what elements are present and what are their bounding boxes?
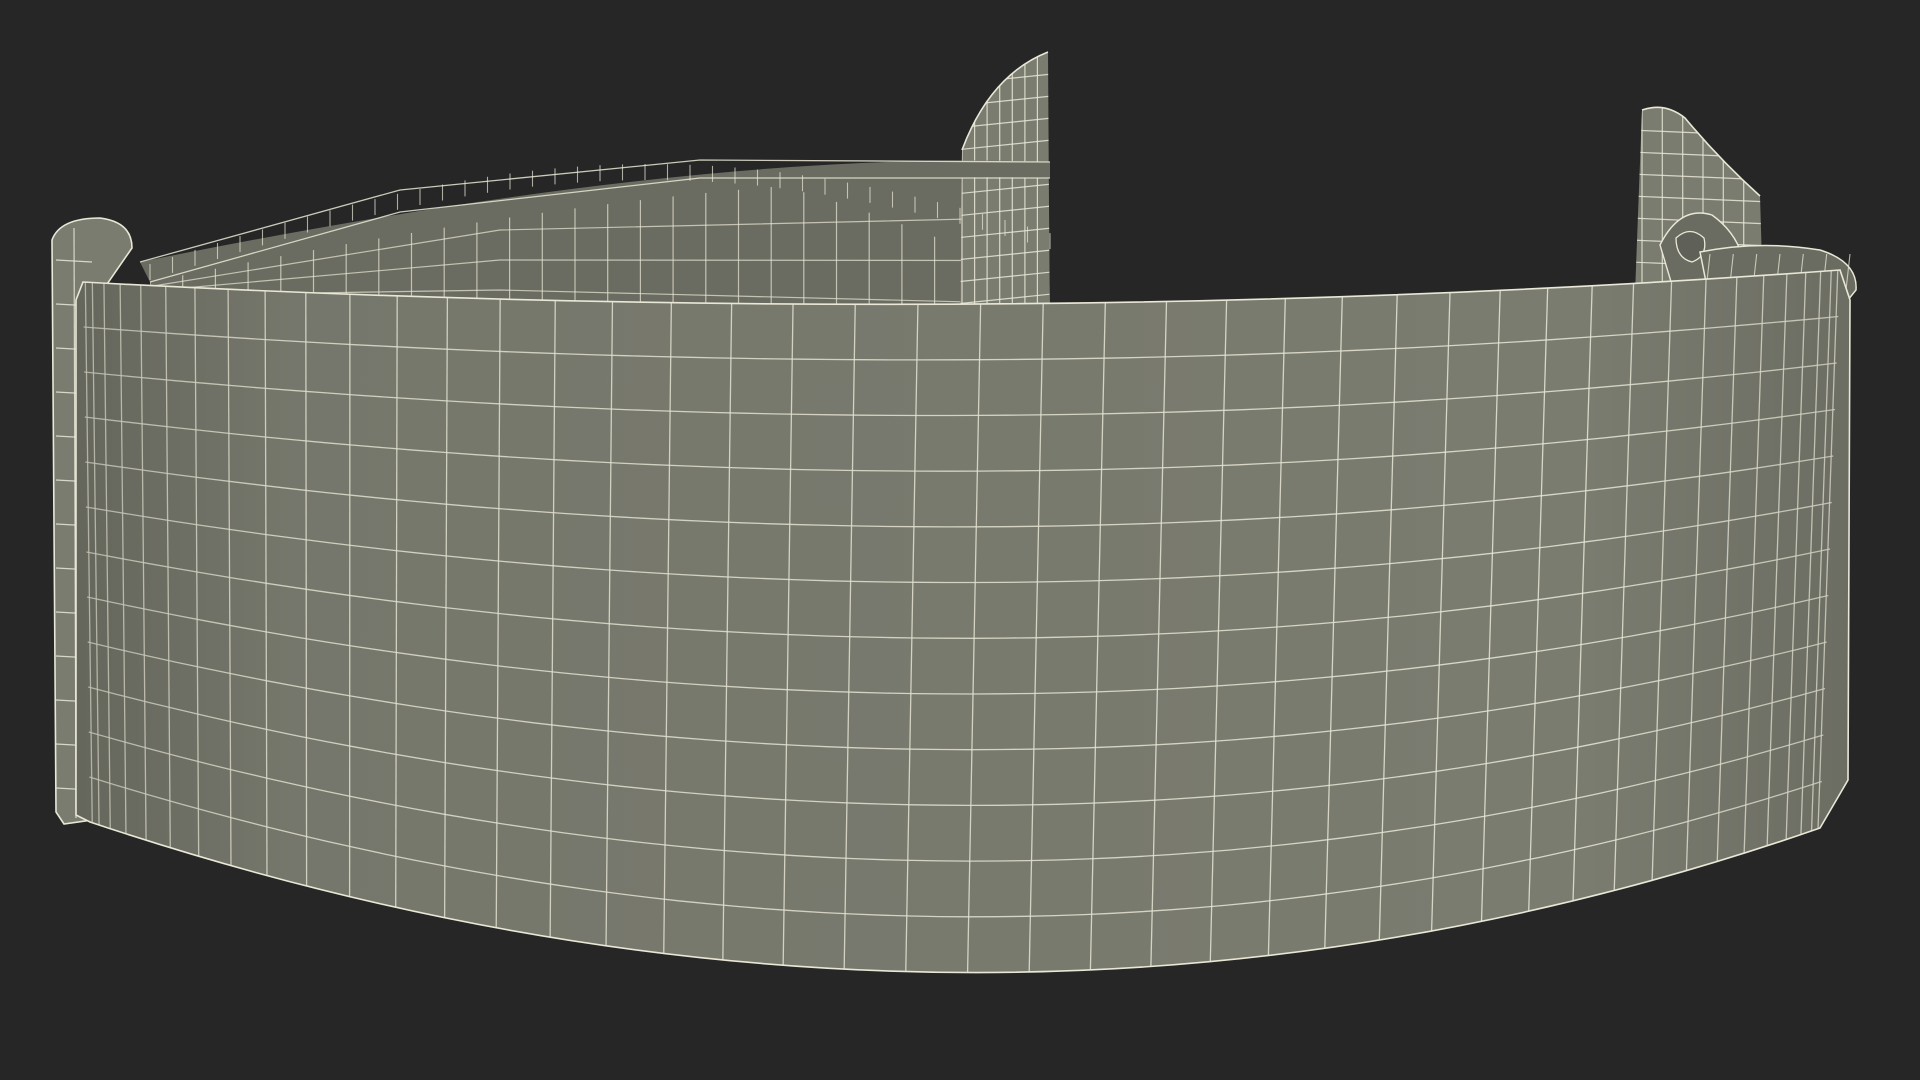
wireframe-scene [51, 51, 1857, 974]
band-front-wall [75, 269, 1851, 974]
render-viewport [0, 0, 1920, 1080]
